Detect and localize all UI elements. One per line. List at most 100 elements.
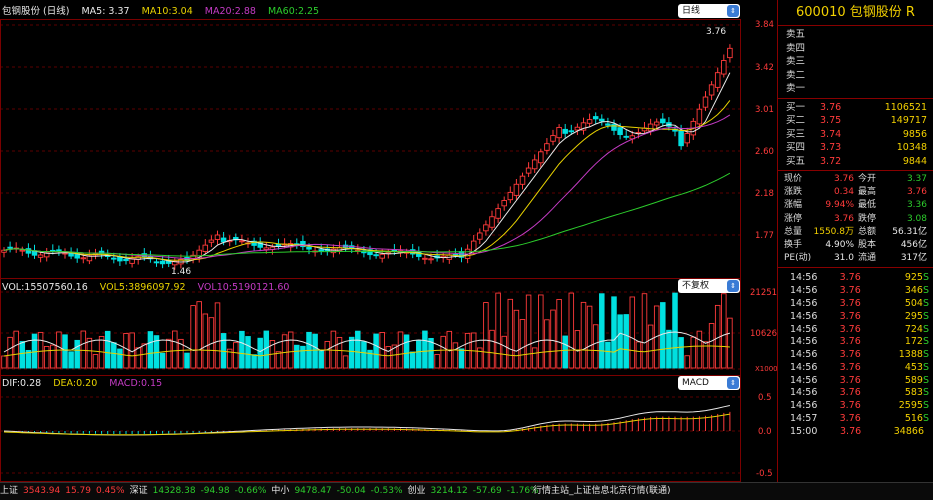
tick-price: 3.76 — [839, 336, 861, 348]
tick-volume: 583 — [904, 387, 923, 399]
order-level-price — [820, 28, 860, 42]
index-change: -94.98 — [200, 486, 230, 496]
ma10-line — [3, 100, 731, 261]
candle-body — [660, 118, 666, 124]
stat-value: 3.08 — [906, 213, 927, 224]
tick-volume: 724 — [904, 323, 923, 335]
volume-bar — [257, 337, 263, 369]
tick-side: S — [922, 336, 929, 348]
indicator-select[interactable]: MACD ⇕ — [678, 376, 740, 390]
order-level-volume: 149717 — [890, 115, 927, 126]
stat-label: 最低 — [858, 200, 877, 211]
kline-chart-svg[interactable] — [0, 0, 752, 482]
buy-level-row[interactable]: 买三 3.74 9856 — [778, 128, 933, 142]
candle-body — [239, 240, 245, 243]
volume-bar — [385, 346, 392, 369]
price-axis-tick: 2.60 — [755, 147, 774, 157]
volume-bar — [159, 352, 166, 369]
order-level-volume: 10348 — [896, 142, 927, 153]
dif-line — [3, 405, 731, 436]
tick-side: S — [922, 297, 929, 309]
order-level-label: 卖一 — [786, 83, 806, 94]
volume-bar — [434, 353, 440, 369]
volume-bar — [605, 341, 611, 369]
volume-bar — [507, 298, 514, 369]
volume-bar — [294, 344, 300, 369]
dea-line — [3, 413, 730, 436]
volume-bar — [531, 347, 538, 369]
tick-time: 14:56 — [790, 285, 818, 297]
volume-bar — [611, 296, 617, 369]
vol-axis-tick: 10626 — [750, 329, 778, 339]
order-level-label: 买一 — [786, 101, 806, 113]
volume-bar — [245, 336, 251, 369]
volume-bar — [117, 348, 123, 369]
buy-level-row[interactable]: 买一 3.76 1106521 — [778, 101, 933, 115]
buy-level-row[interactable]: 买二 3.75 149717 — [778, 114, 933, 128]
stat-label: 流通 — [858, 253, 877, 264]
volume-bar — [184, 352, 190, 369]
chevron-updown-icon: ⇕ — [727, 5, 739, 17]
kline-chart-area[interactable]: 包钢股份 (日线) MA5: 3.37 MA10:3.04 MA20:2.88 … — [0, 0, 778, 482]
volume-bar — [355, 330, 361, 369]
volume-bar — [592, 324, 599, 369]
sell-level-row[interactable]: 卖三 — [778, 55, 933, 69]
volume-bar — [422, 330, 428, 369]
volume-bar — [196, 301, 202, 369]
sell-level-row[interactable]: 卖五 — [778, 28, 933, 42]
buy-level-row[interactable]: 买五 3.72 9844 — [778, 155, 933, 169]
stat-value: 0.34 — [833, 187, 854, 198]
volume-bar — [361, 341, 367, 369]
order-level-volume — [860, 28, 933, 42]
order-level-price: 3.72 — [820, 155, 842, 167]
tick-price: 3.76 — [839, 400, 861, 412]
index-summary: 上证 3543.94 15.79 0.45% 深证 14328.38 -94.98 -0.66… — [0, 486, 544, 496]
sell-level-row[interactable]: 卖二 — [778, 69, 933, 83]
tick-list[interactable]: 14:56 3.76 925 S 14:56 3.76 346 S 14:56 3.76 504 S 1… — [778, 268, 933, 438]
volume-bar — [281, 334, 288, 369]
volume-bar — [519, 319, 526, 369]
buy-level-row[interactable]: 买四 3.73 10348 — [778, 141, 933, 155]
index-value: 3543.94 — [23, 486, 61, 496]
volume-bar — [635, 341, 642, 369]
period-select[interactable]: 日线 ⇕ — [678, 4, 740, 18]
volume-bar — [556, 299, 562, 369]
index-percent: -0.53% — [370, 486, 403, 496]
adjust-select-value: 不复权 — [682, 281, 710, 291]
vol10-label: VOL10:5190121.60 — [197, 282, 290, 293]
candle-body — [519, 175, 526, 185]
order-level-label: 买二 — [786, 115, 806, 126]
adjust-select[interactable]: 不复权 ⇕ — [678, 279, 740, 293]
price-axis-tick: 3.42 — [755, 63, 774, 73]
order-level-volume: 1106521 — [884, 101, 927, 113]
server-label[interactable]: 行情主站_上证信息北京行情(联通) — [533, 483, 671, 500]
volume-bar — [580, 301, 587, 369]
tick-side: S — [922, 374, 929, 386]
volume-bar — [147, 331, 154, 369]
volume-bar — [312, 333, 318, 369]
index-change: 15.79 — [65, 486, 91, 496]
candle-body — [208, 239, 215, 243]
volume-bar — [165, 338, 172, 369]
volume-bar — [336, 336, 343, 369]
stat-value: 1550.8万 — [813, 226, 855, 237]
candle-body — [568, 130, 575, 133]
tick-row: 14:56 3.76 589 S — [778, 375, 933, 388]
tick-side: S — [922, 387, 929, 399]
tick-volume: 2595 — [898, 400, 923, 412]
volume-bar — [287, 331, 294, 369]
sell-level-row[interactable]: 卖四 — [778, 42, 933, 56]
tick-row: 14:56 3.76 1388 S — [778, 349, 933, 362]
candle-body — [56, 249, 62, 252]
stat-row: 总量 1550.8万 总额 56.31亿 — [778, 226, 933, 239]
volume-bar — [660, 302, 666, 369]
stat-value: 56.31亿 — [892, 226, 927, 237]
volume-bar — [239, 330, 245, 369]
candle-body — [696, 108, 703, 125]
candle-body — [428, 258, 434, 261]
volume-bar — [233, 342, 239, 369]
order-level-volume: 9856 — [902, 128, 927, 140]
tick-side — [924, 426, 933, 439]
sell-level-row[interactable]: 卖一 — [778, 82, 933, 96]
order-level-label: 买三 — [786, 128, 806, 140]
